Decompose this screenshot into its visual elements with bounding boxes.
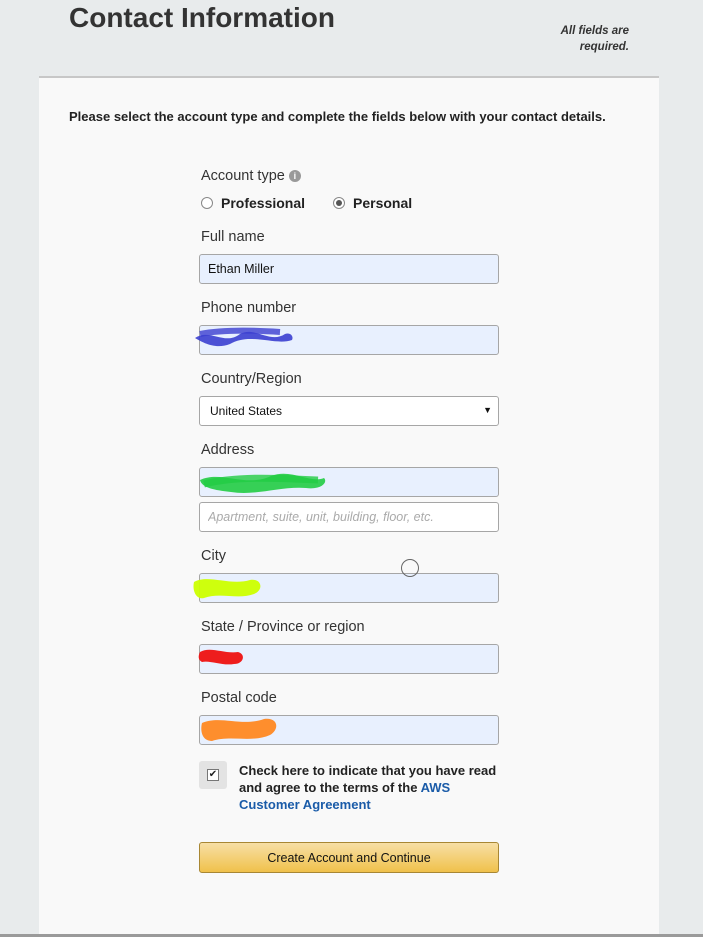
account-type-label-text: Account type [201,168,285,184]
radio-professional[interactable]: Professional [201,195,305,211]
state-label: State / Province or region [201,619,365,635]
agreement-checkbox[interactable]: ✔ [199,761,227,789]
radio-personal[interactable]: Personal [333,195,412,211]
radio-professional-circle[interactable] [201,197,213,209]
agreement-text: Check here to indicate that you have rea… [239,762,499,813]
mouse-cursor [401,559,419,577]
full-name-label: Full name [201,229,265,245]
create-account-button[interactable]: Create Account and Continue [199,842,499,873]
city-input[interactable] [199,573,499,603]
address-line1-input[interactable] [199,467,499,497]
check-icon[interactable]: ✔ [207,769,219,781]
chevron-down-icon: ▼ [483,405,492,415]
country-label: Country/Region [201,371,302,387]
radio-personal-circle[interactable] [333,197,345,209]
country-select[interactable]: United States ▼ [199,396,499,426]
phone-input[interactable] [199,325,499,355]
address-line2-input[interactable] [199,502,499,532]
city-label: City [201,548,226,564]
radio-personal-label: Personal [353,195,413,211]
intro-text: Please select the account type and compl… [69,109,606,124]
info-icon[interactable]: i [288,170,301,182]
required-note: All fields are required. [560,25,629,53]
postal-input[interactable] [199,715,499,745]
postal-label: Postal code [201,690,277,706]
address-label: Address [201,442,255,458]
page-title: Contact Information [69,2,335,33]
country-selected-value: United States [210,404,283,418]
state-input[interactable] [199,644,499,674]
account-type-label: Account type i [201,168,301,184]
full-name-input[interactable] [199,254,499,284]
radio-professional-label: Professional [221,195,306,211]
phone-label: Phone number [201,300,297,316]
agreement-text-body: Check here to indicate that you have rea… [239,763,497,795]
